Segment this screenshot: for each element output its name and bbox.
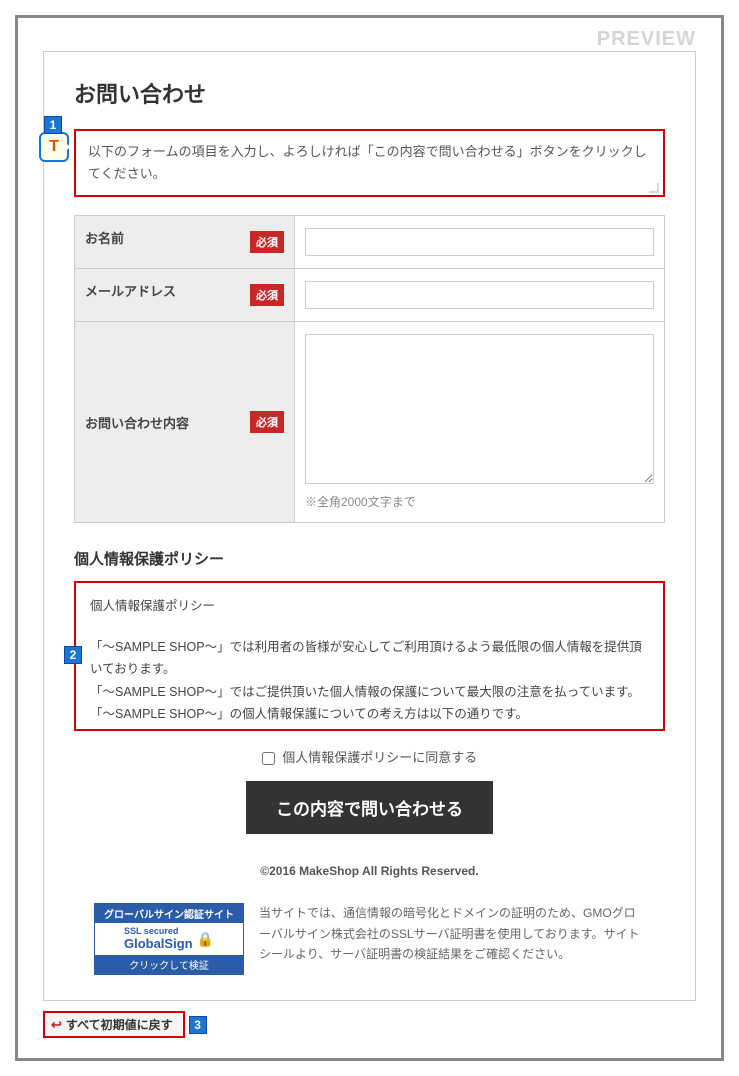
callout-2-badge: 2 (64, 646, 82, 664)
email-input-cell (295, 269, 665, 322)
reset-button[interactable]: ↩ すべて初期値に戻す (43, 1011, 185, 1038)
policy-line: 「～SAMPLE SHOP～」の個人情報保護についての考え方は以下の通りです。 (90, 703, 649, 726)
name-input[interactable] (305, 228, 654, 256)
name-label: お名前 (85, 231, 124, 246)
email-label-cell: メールアドレス 必須 (75, 269, 295, 322)
callout-3-badge: 3 (189, 1016, 207, 1034)
required-badge: 必須 (250, 284, 284, 306)
undo-arrow-icon: ↩ (51, 1017, 62, 1033)
page-title: お問い合わせ (74, 77, 665, 109)
email-input[interactable] (305, 281, 654, 309)
copyright-text: ©2016 MakeShop All Rights Reserved. (74, 864, 665, 878)
required-badge: 必須 (250, 411, 284, 433)
policy-wrapper: 2 個人情報保護ポリシー 「～SAMPLE SHOP～」では利用者の皆様が安心し… (74, 581, 665, 731)
reset-button-label: すべて初期値に戻す (66, 1016, 173, 1033)
content-card: お問い合わせ 1 T 以下のフォームの項目を入力し、よろしければ「この内容で問い… (43, 51, 696, 1001)
required-badge: 必須 (250, 231, 284, 253)
body-label: お問い合わせ内容 (85, 416, 189, 431)
body-label-cell: お問い合わせ内容 必須 (75, 322, 295, 523)
body-textarea[interactable] (305, 334, 654, 484)
agree-label: 個人情報保護ポリシーに同意する (282, 750, 477, 765)
policy-line: 「～SAMPLE SHOP～」ではご提供頂いた個人情報の保護について最大限の注意… (90, 681, 649, 704)
table-row: お問い合わせ内容 必須 ※全角2000文字まで (75, 322, 665, 523)
agree-checkbox[interactable] (262, 752, 275, 765)
table-row: お名前 必須 (75, 216, 665, 269)
ssl-description: 当サイトでは、通信情報の暗号化とドメインの証明のため、GMOグローバルサイン株式… (259, 903, 645, 975)
table-row: メールアドレス 必須 (75, 269, 665, 322)
name-input-cell (295, 216, 665, 269)
reset-row: ↩ すべて初期値に戻す 3 (43, 1011, 185, 1038)
ssl-globalsign-text: GlobalSign (124, 937, 193, 951)
policy-line: 「～SAMPLE SHOP～」では利用者の皆様が安心してご利用頂けるよう最低限の… (90, 636, 649, 681)
preview-watermark: PREVIEW (597, 28, 696, 51)
policy-section-title: 個人情報保護ポリシー (74, 548, 665, 569)
policy-scrollbox[interactable]: 個人情報保護ポリシー 「～SAMPLE SHOP～」では利用者の皆様が安心してご… (74, 581, 665, 731)
body-input-cell: ※全角2000文字まで (295, 322, 665, 523)
callout-1-badge: 1 (44, 116, 62, 134)
name-label-cell: お名前 必須 (75, 216, 295, 269)
ssl-seal-bottom: クリックして検証 (95, 955, 243, 974)
ssl-seal[interactable]: グローバルサイン認証サイト SSL secured GlobalSign 🔒 ク… (94, 903, 244, 975)
email-label: メールアドレス (85, 284, 176, 299)
intro-text-box[interactable]: 以下のフォームの項目を入力し、よろしければ「この内容で問い合わせる」ボタンをクリ… (74, 129, 665, 197)
ssl-seal-top: グローバルサイン認証サイト (95, 904, 243, 923)
ssl-seal-mid: SSL secured GlobalSign 🔒 (95, 923, 243, 955)
submit-row: この内容で問い合わせる (74, 781, 665, 834)
inquiry-form-table: お名前 必須 メールアドレス 必須 お問い合わせ内容 必 (74, 215, 665, 523)
text-edit-icon: T (39, 132, 69, 162)
submit-button[interactable]: この内容で問い合わせる (246, 781, 493, 834)
preview-frame: PREVIEW お問い合わせ 1 T 以下のフォームの項目を入力し、よろしければ… (15, 15, 724, 1061)
char-limit-note: ※全角2000文字まで (305, 493, 654, 510)
ssl-row: グローバルサイン認証サイト SSL secured GlobalSign 🔒 ク… (74, 903, 665, 975)
intro-wrapper: 1 T 以下のフォームの項目を入力し、よろしければ「この内容で問い合わせる」ボタ… (74, 129, 665, 197)
agree-row: 個人情報保護ポリシーに同意する (74, 747, 665, 766)
policy-heading: 個人情報保護ポリシー (90, 595, 649, 618)
lock-icon: 🔒 (197, 931, 214, 948)
